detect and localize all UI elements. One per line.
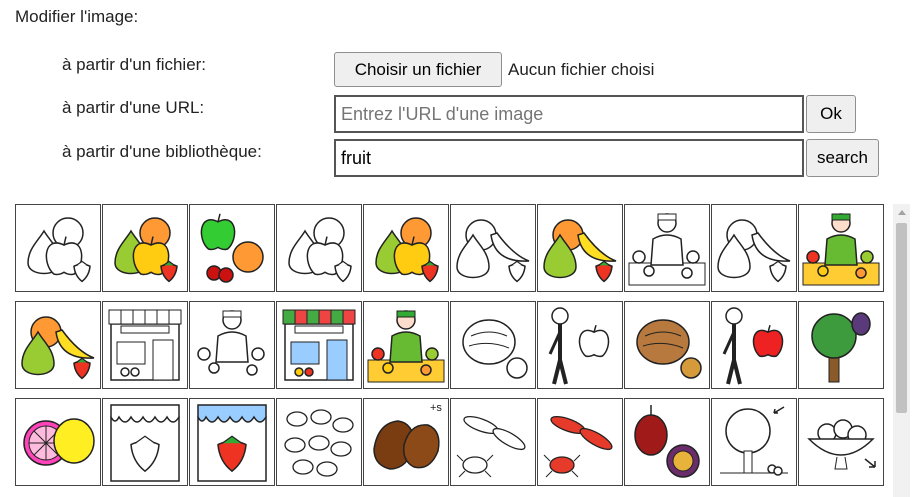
file-label: à partir d'un fichier: <box>62 55 207 74</box>
library-result-tile[interactable] <box>102 301 188 389</box>
nuts-outline-icon <box>277 399 361 485</box>
library-result-tile[interactable] <box>15 301 101 389</box>
library-result-tile[interactable] <box>798 204 884 292</box>
fruit-banana-outline-icon <box>451 205 535 291</box>
results-row: +s <box>15 398 884 486</box>
choose-file-button[interactable]: Choisir un fichier <box>334 52 502 87</box>
library-result-tile[interactable] <box>624 301 710 389</box>
greengrocer-outline-icon <box>625 205 709 291</box>
results-row <box>15 204 884 292</box>
library-result-tile[interactable] <box>276 301 362 389</box>
library-result-tile[interactable] <box>450 398 536 486</box>
person-apple-color-icon <box>712 302 796 388</box>
library-result-tile[interactable] <box>624 204 710 292</box>
library-results-grid: +s <box>15 204 891 497</box>
library-result-tile[interactable] <box>276 204 362 292</box>
svg-text:+s: +s <box>430 402 442 414</box>
url-label: à partir d'une URL: <box>62 98 205 117</box>
greengrocer-color-icon <box>799 205 883 291</box>
fruit-bowl-outline-icon <box>799 399 883 485</box>
scroll-up-arrow-icon[interactable] <box>893 204 910 221</box>
library-result-tile[interactable] <box>189 204 275 292</box>
library-result-tile[interactable] <box>450 204 536 292</box>
seafood-outline-icon <box>451 399 535 485</box>
library-result-tile[interactable] <box>189 301 275 389</box>
library-result-tile[interactable] <box>711 204 797 292</box>
walnut-outline-icon <box>451 302 535 388</box>
fruit-shop-color-icon <box>277 302 361 388</box>
fruit-banana-color-icon <box>538 205 622 291</box>
file-status: Aucun fichier choisi <box>508 60 655 79</box>
library-result-tile[interactable] <box>15 398 101 486</box>
url-ok-button[interactable]: Ok <box>806 95 856 133</box>
citrus-slice-icon <box>16 399 100 485</box>
library-result-tile[interactable] <box>711 398 797 486</box>
library-search-input[interactable] <box>334 139 804 177</box>
library-result-tile[interactable] <box>450 301 536 389</box>
library-label: à partir d'une bibliothèque: <box>62 142 262 161</box>
scrollbar-thumb[interactable] <box>896 223 907 413</box>
exotic-fruit-icon <box>625 399 709 485</box>
greengrocer-woman-color-icon <box>364 302 448 388</box>
fruit-color-icon <box>364 205 448 291</box>
fruit-banana-outline-icon <box>712 205 796 291</box>
page-title: Modifier l'image: <box>15 7 139 26</box>
fruit-shop-outline-icon <box>103 302 187 388</box>
library-result-tile[interactable] <box>537 398 623 486</box>
apple-orange-cherry-icon <box>190 205 274 291</box>
library-result-tile[interactable] <box>363 301 449 389</box>
library-result-tile[interactable]: +s <box>363 398 449 486</box>
person-apple-outline-icon <box>538 302 622 388</box>
chestnut-plural-icon: +s <box>364 399 448 485</box>
library-result-tile[interactable] <box>798 398 884 486</box>
library-result-tile[interactable] <box>537 204 623 292</box>
library-result-tile[interactable] <box>537 301 623 389</box>
library-search-button[interactable]: search <box>806 139 879 177</box>
fruit-tree-outline-icon <box>712 399 796 485</box>
fruit-outline-icon <box>277 205 361 291</box>
library-result-tile[interactable] <box>189 398 275 486</box>
url-input[interactable] <box>334 95 804 133</box>
results-row <box>15 301 884 389</box>
fruit-color-icon <box>103 205 187 291</box>
walnut-color-icon <box>625 302 709 388</box>
seafood-color-icon <box>538 399 622 485</box>
library-result-tile[interactable] <box>102 398 188 486</box>
results-scrollbar[interactable] <box>893 204 910 497</box>
library-result-tile[interactable] <box>798 301 884 389</box>
library-result-tile[interactable] <box>363 204 449 292</box>
library-result-tile[interactable] <box>711 301 797 389</box>
strawberry-outline-icon <box>103 399 187 485</box>
greengrocer-woman-outline-icon <box>190 302 274 388</box>
library-result-tile[interactable] <box>624 398 710 486</box>
fruit-outline-icon <box>16 205 100 291</box>
library-result-tile[interactable] <box>276 398 362 486</box>
fruit-banana-color-icon <box>16 302 100 388</box>
library-result-tile[interactable] <box>15 204 101 292</box>
strawberry-color-icon <box>190 399 274 485</box>
library-result-tile[interactable] <box>102 204 188 292</box>
fruit-tree-icon <box>799 302 883 388</box>
